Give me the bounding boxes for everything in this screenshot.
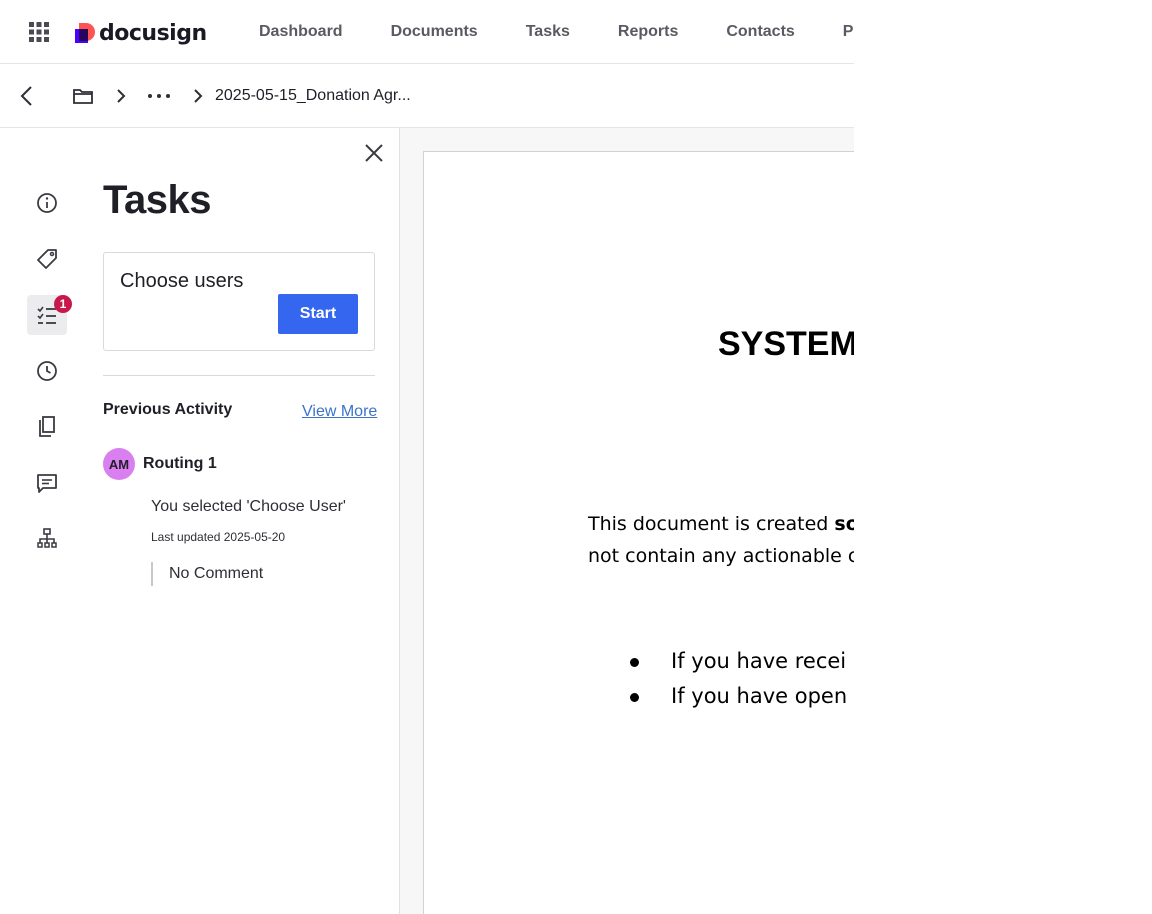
more-horizontal-icon[interactable] <box>146 86 172 106</box>
document-page: SYSTEM This document is created sol not … <box>423 151 854 914</box>
document-viewer[interactable]: SYSTEM This document is created sol not … <box>399 128 854 914</box>
breadcrumb-current-document[interactable]: 2025-05-15_Donation Agr... <box>215 87 411 105</box>
rail-comments-button[interactable] <box>27 463 67 503</box>
document-heading: SYSTEM <box>718 325 854 363</box>
paragraph-line-1: This document is created sol <box>588 508 854 540</box>
document-paragraph: This document is created sol not contain… <box>588 508 854 572</box>
clock-icon <box>37 361 57 381</box>
top-nav: docusign Dashboard Documents Tasks Repor… <box>0 0 854 64</box>
app-window: docusign Dashboard Documents Tasks Repor… <box>0 0 854 914</box>
app-grid-icon[interactable] <box>28 21 50 43</box>
paragraph-line-1-bold: sol <box>834 513 854 535</box>
divider <box>103 375 375 376</box>
paragraph-line-1-text: This document is created <box>588 513 835 535</box>
start-button[interactable]: Start <box>278 294 358 334</box>
breadcrumb: 2025-05-15_Donation Agr... <box>0 64 854 128</box>
chevron-right-icon <box>194 89 203 103</box>
rail-history-button[interactable] <box>27 351 67 391</box>
logo-wordmark: docusign <box>99 20 207 46</box>
rail-tags-button[interactable] <box>27 239 67 279</box>
chevron-left-icon[interactable] <box>16 84 40 108</box>
tasks-panel: Tasks Choose users Start Previous Activi… <box>88 128 399 914</box>
copy-icon <box>39 416 55 437</box>
docusign-logo[interactable]: docusign <box>75 20 207 46</box>
nav-partial[interactable]: Part <box>843 23 854 41</box>
rail-workflow-button[interactable] <box>27 519 67 559</box>
chevron-right-icon <box>117 89 126 103</box>
nav-contacts[interactable]: Contacts <box>726 23 794 41</box>
list-item: If you have open <box>630 679 847 714</box>
activity-timestamp: Last updated 2025-05-20 <box>151 530 286 544</box>
task-card: Choose users Start <box>103 252 375 351</box>
tasks-count-badge: 1 <box>54 295 72 313</box>
folder-icon[interactable] <box>71 84 95 108</box>
nav-reports[interactable]: Reports <box>618 23 678 41</box>
activity-routing-name: Routing 1 <box>143 455 217 472</box>
view-more-link[interactable]: View More <box>302 403 377 421</box>
activity-comment: No Comment <box>169 565 264 582</box>
nav-links: Dashboard Documents Tasks Reports Contac… <box>259 0 854 64</box>
close-icon[interactable] <box>363 142 385 164</box>
nav-documents[interactable]: Documents <box>391 23 478 41</box>
tag-icon <box>37 249 57 269</box>
document-bullet-list: If you have recei If you have open <box>630 644 847 714</box>
activity-description: You selected 'Choose User' <box>151 498 346 515</box>
nav-dashboard[interactable]: Dashboard <box>259 23 343 41</box>
list-item: If you have recei <box>630 644 847 679</box>
comment-icon <box>37 474 57 493</box>
task-card-title: Choose users <box>120 270 244 292</box>
rail-details-button[interactable] <box>27 183 67 223</box>
paragraph-line-2: not contain any actionable co <box>588 545 854 567</box>
rail-tasks-button[interactable]: 1 <box>27 295 72 335</box>
hierarchy-icon <box>37 528 57 548</box>
side-rail: 1 <box>0 128 88 914</box>
previous-activity-heading: Previous Activity <box>103 401 233 418</box>
avatar: AM <box>103 448 135 480</box>
info-icon <box>37 193 57 213</box>
panel-title: Tasks <box>103 178 211 222</box>
logo-mark-icon <box>75 23 95 43</box>
nav-tasks[interactable]: Tasks <box>526 23 570 41</box>
comment-divider <box>151 562 153 586</box>
rail-copies-button[interactable] <box>27 407 67 447</box>
